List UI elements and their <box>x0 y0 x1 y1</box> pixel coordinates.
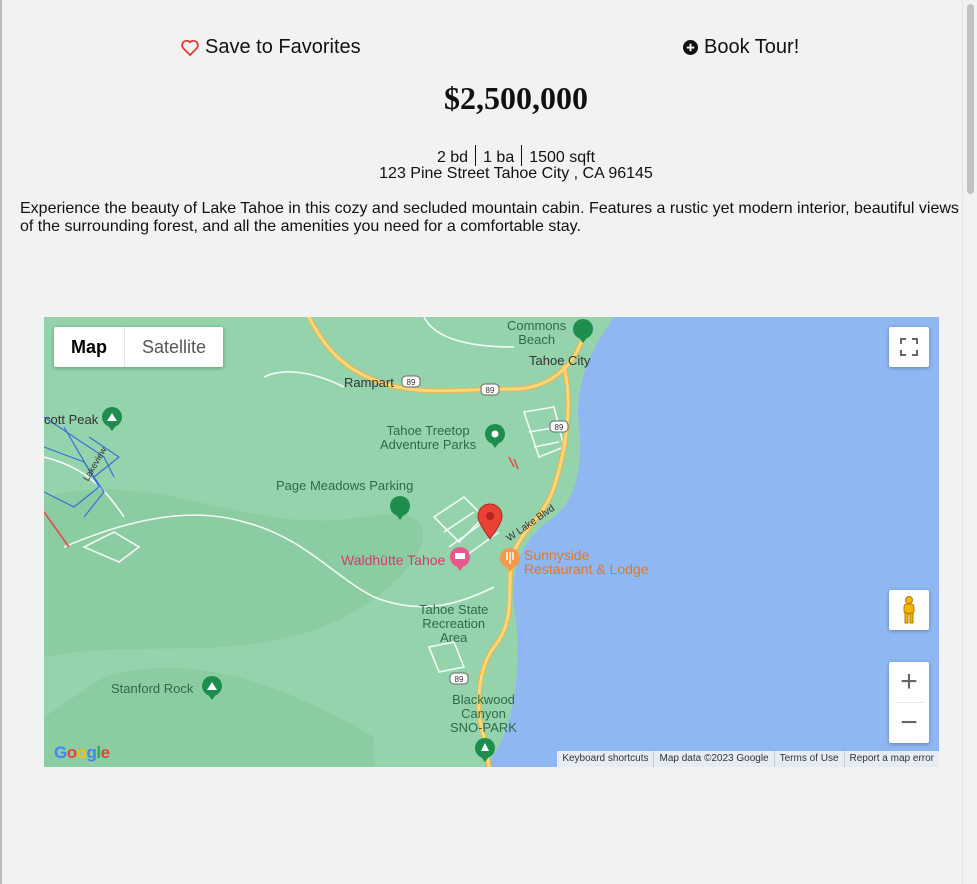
state-recreation-label: Tahoe State Recreation Area <box>419 602 489 645</box>
route-89-shield: 89 <box>455 675 464 684</box>
blackwood-label: Blackwood Canyon SNO-PARK <box>450 692 517 735</box>
commons-beach-label: Commons Beach <box>507 318 567 347</box>
book-tour-button[interactable]: Book Tour! <box>683 36 799 59</box>
map-type-control: Map Satellite <box>54 327 224 367</box>
zoom-out-button[interactable]: − <box>889 703 929 743</box>
heart-icon <box>181 39 199 56</box>
listing-address: 123 Pine Street Tahoe City , CA 96145 <box>379 165 653 182</box>
waldhutte-label: Waldhütte Tahoe <box>341 552 446 568</box>
plus-circle-icon <box>683 40 698 55</box>
route-89-shield: 89 <box>555 423 564 432</box>
divider <box>521 145 523 166</box>
rampart-label: Rampart <box>344 375 394 390</box>
report-map-error-link[interactable]: Report a map error <box>843 751 939 767</box>
google-map[interactable]: 89 89 89 89 Commons Beach Tahoe City Ram… <box>44 317 939 767</box>
zoom-control: + − <box>889 662 929 743</box>
treetop-label: Tahoe Treetop Adventure Parks <box>380 423 477 452</box>
fullscreen-icon <box>900 338 918 356</box>
street-view-pegman-button[interactable] <box>889 590 929 630</box>
sqft: 1500 sqft <box>529 149 596 166</box>
sunnyside-label: Sunnyside Restaurant & Lodge <box>524 547 649 577</box>
save-to-favorites-button[interactable]: Save to Favorites <box>181 36 361 59</box>
map-attribution: Keyboard shortcuts Map data ©2023 Google… <box>557 751 939 767</box>
tahoe-city-label: Tahoe City <box>529 353 591 368</box>
book-tour-label: Book Tour! <box>704 36 800 58</box>
route-89-shield: 89 <box>407 378 416 387</box>
baths: 1 ba <box>483 149 515 166</box>
terms-of-use-link[interactable]: Terms of Use <box>773 751 844 767</box>
fullscreen-button[interactable] <box>889 327 929 367</box>
listing-specs: 2 bd 1 ba 1500 sqft <box>0 145 977 167</box>
listing-price: $2,500,000 <box>444 80 588 116</box>
keyboard-shortcuts-link[interactable]: Keyboard shortcuts <box>557 751 653 767</box>
scrollbar[interactable] <box>962 0 977 884</box>
zoom-in-button[interactable]: + <box>889 662 929 702</box>
map-data-text: Map data ©2023 Google <box>653 751 773 767</box>
favorites-label: Save to Favorites <box>205 36 361 58</box>
route-89-shield: 89 <box>486 386 495 395</box>
beds: 2 bd <box>436 149 469 166</box>
divider <box>475 145 477 166</box>
pegman-icon <box>903 596 915 624</box>
stanford-rock-label: Stanford Rock <box>111 681 194 696</box>
map-type-satellite-button[interactable]: Satellite <box>124 327 223 367</box>
google-logo[interactable]: Google <box>54 743 110 763</box>
window-edge <box>0 0 2 884</box>
page-meadows-label: Page Meadows Parking <box>276 478 414 493</box>
map-type-map-button[interactable]: Map <box>54 327 124 367</box>
listing-description: Experience the beauty of Lake Tahoe in t… <box>20 200 959 235</box>
scott-peak-label: cott Peak <box>44 412 99 427</box>
